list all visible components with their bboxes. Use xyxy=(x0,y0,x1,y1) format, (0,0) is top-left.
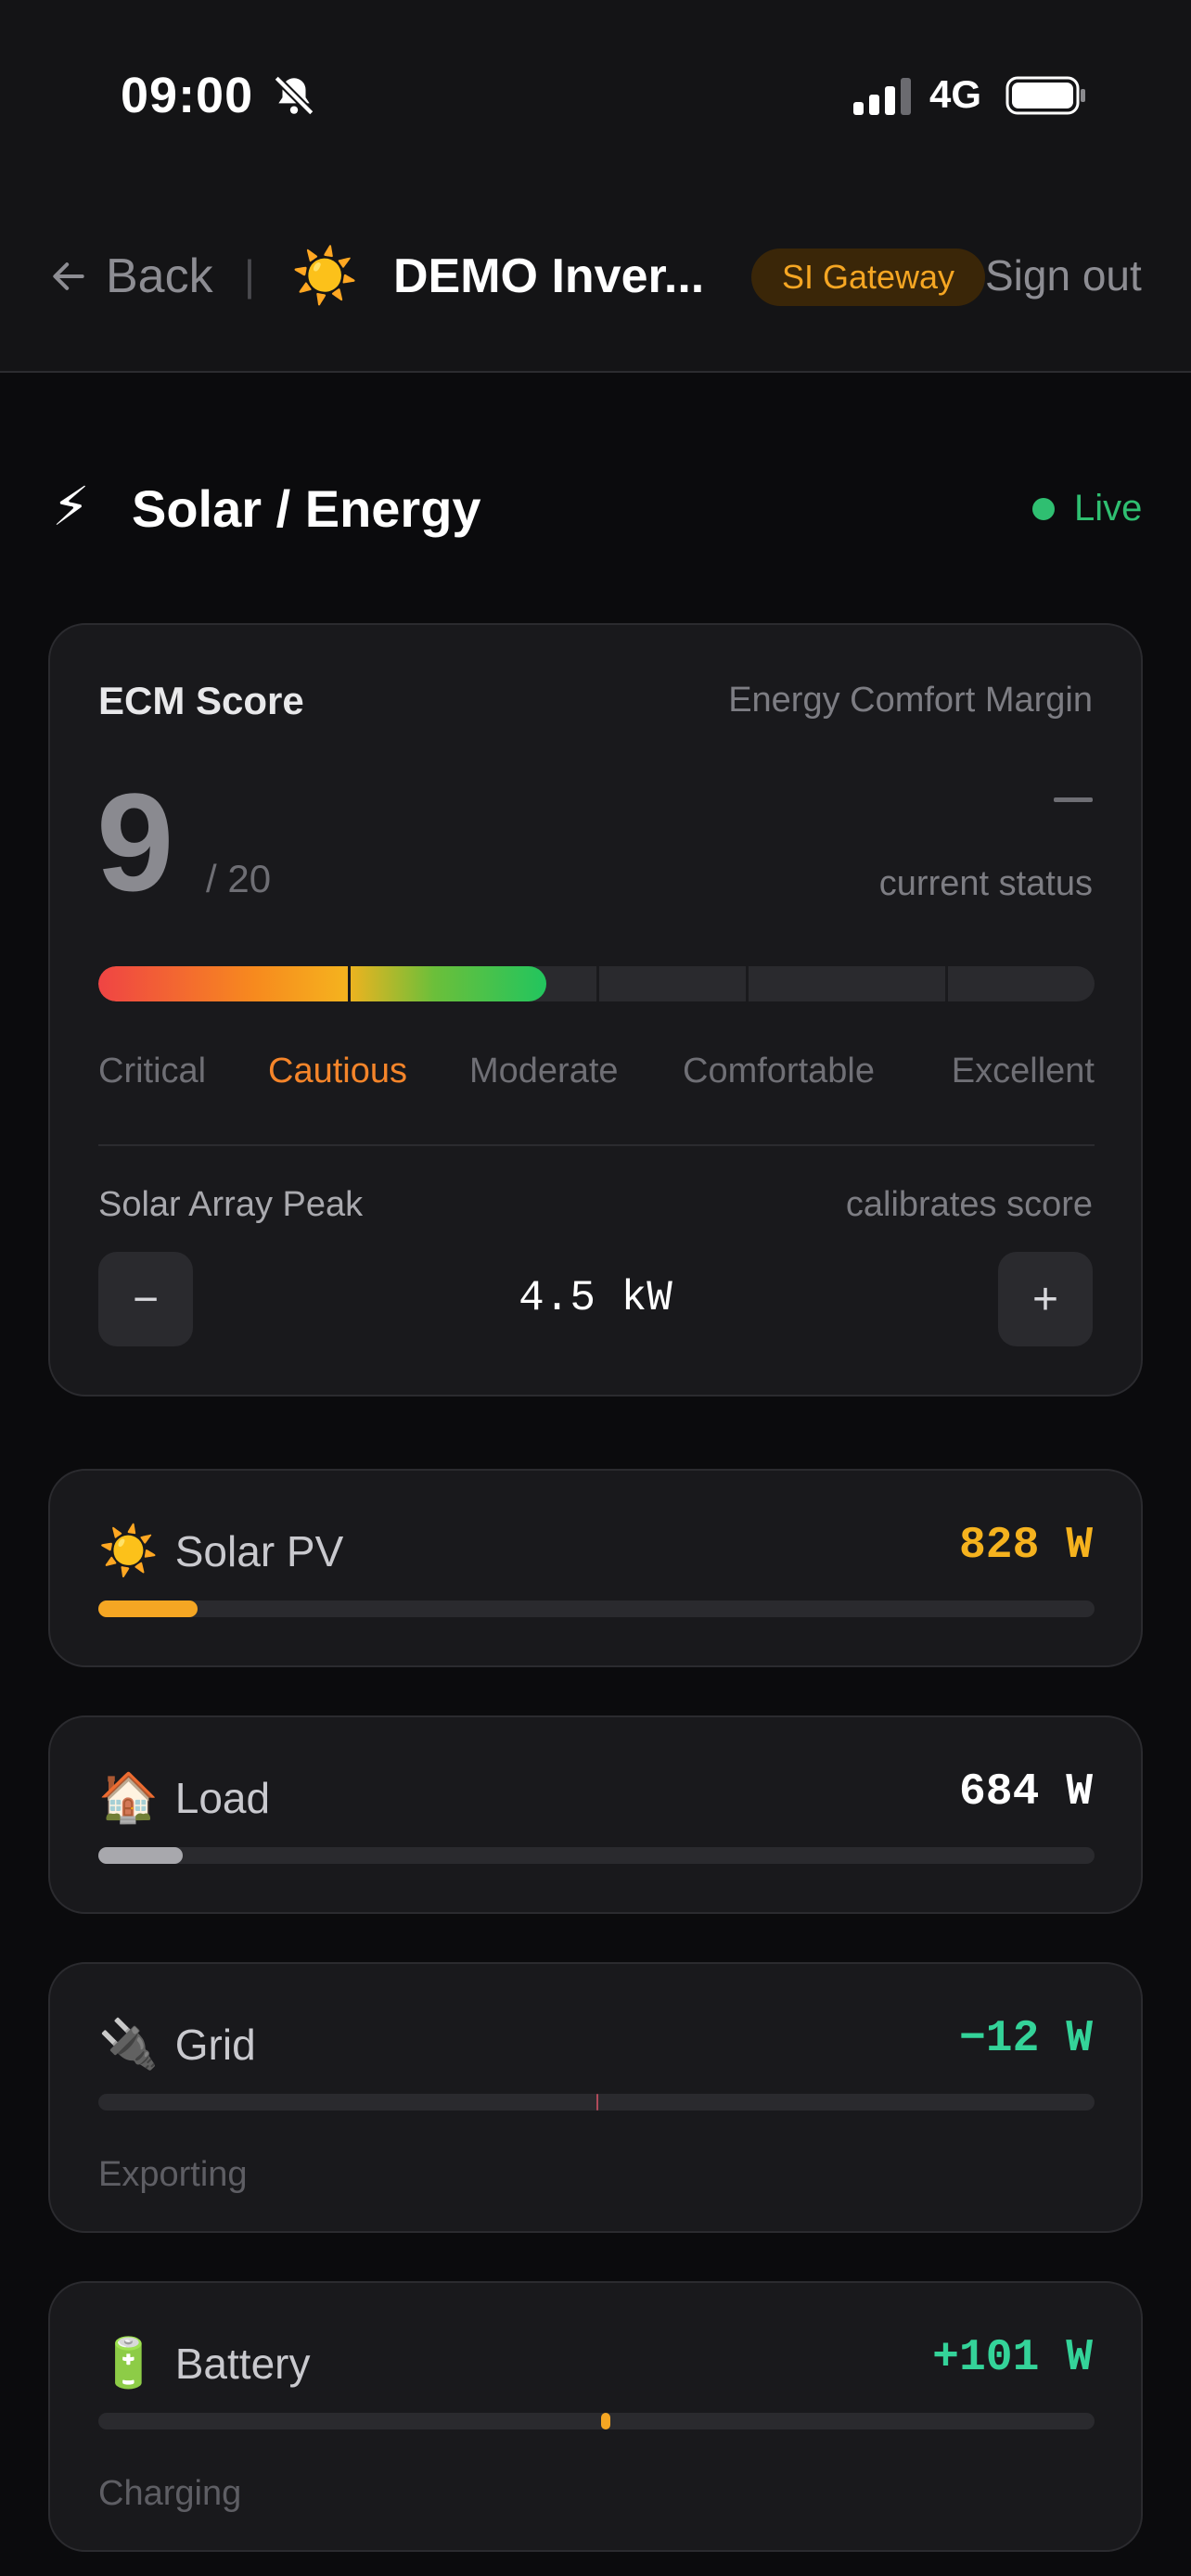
grid-label: Grid xyxy=(174,2020,256,2069)
arrow-left-icon xyxy=(53,262,84,290)
solar-pv-value: 828 W xyxy=(958,1521,1093,1571)
solar-peak-label: Solar Array Peak xyxy=(98,1185,364,1224)
battery-heading: 🔋 Battery xyxy=(98,2335,310,2391)
battery-bar-marker xyxy=(601,2413,611,2429)
network-type: 4G xyxy=(929,72,982,116)
ecm-score-max: / 20 xyxy=(206,857,272,900)
battery-card: 🔋 Battery +101 W Charging xyxy=(48,2281,1143,2552)
ecm-segment-tick xyxy=(347,966,351,1001)
ecm-title: ECM Score xyxy=(98,679,304,722)
level-comfortable: Comfortable xyxy=(683,1052,875,1090)
ecm-score-value: 9 xyxy=(96,764,174,920)
back-label: Back xyxy=(106,249,213,303)
level-excellent: Excellent xyxy=(951,1052,1095,1090)
live-indicator-dot xyxy=(1032,498,1055,520)
sun-icon: ☀️ xyxy=(98,1524,159,1578)
top-header-zone: 09:00 4G Back | ☀️ DEMO Inver... SI Gate… xyxy=(0,0,1191,373)
ecm-segment-tick xyxy=(596,966,599,1001)
level-moderate: Moderate xyxy=(469,1052,619,1090)
battery-value: +101 W xyxy=(932,2333,1093,2383)
battery-icon xyxy=(1005,76,1085,115)
solar-pv-bar xyxy=(98,1600,1095,1617)
load-bar xyxy=(98,1847,1095,1864)
battery-status: Charging xyxy=(98,2474,242,2513)
level-critical: Critical xyxy=(98,1052,207,1090)
divider xyxy=(98,1144,1095,1146)
back-button[interactable]: Back xyxy=(48,249,213,304)
solar-peak-value: 4.5 kW xyxy=(519,1274,672,1322)
solar-peak-hint: calibrates score xyxy=(845,1185,1093,1224)
ecm-score-card: ECM Score Energy Comfort Margin 9 / 20 c… xyxy=(48,623,1143,1396)
sun-icon: ☀️ xyxy=(291,246,359,306)
solar-pv-bar-fill xyxy=(98,1600,198,1617)
gateway-badge: SI Gateway xyxy=(751,249,985,306)
bell-slash-icon xyxy=(274,75,314,116)
battery-label: Battery xyxy=(174,2339,311,2388)
section-title: Solar / Energy xyxy=(132,479,481,538)
increase-peak-button[interactable]: + xyxy=(998,1252,1093,1346)
load-value: 684 W xyxy=(958,1767,1093,1817)
ecm-subtitle: Energy Comfort Margin xyxy=(728,681,1093,720)
battery-icon: 🔋 xyxy=(98,2337,159,2391)
house-icon: 🏠 xyxy=(98,1771,159,1825)
load-bar-fill xyxy=(98,1847,184,1864)
header-separator: | xyxy=(244,251,255,300)
ecm-score-fill xyxy=(98,966,547,1001)
solar-pv-label: Solar PV xyxy=(174,1526,344,1575)
level-cautious: Cautious xyxy=(268,1052,407,1090)
battery-bar xyxy=(98,2413,1095,2429)
load-heading: 🏠 Load xyxy=(98,1769,270,1826)
grid-status: Exporting xyxy=(98,2155,248,2194)
ecm-status-label: current status xyxy=(878,864,1093,903)
grid-heading: 🔌 Grid xyxy=(98,2016,256,2072)
load-label: Load xyxy=(174,1773,271,1822)
grid-value: −12 W xyxy=(958,2014,1093,2064)
site-title: DEMO Inver... xyxy=(393,249,705,303)
grid-card: 🔌 Grid −12 W Exporting xyxy=(48,1962,1143,2233)
plug-icon: 🔌 xyxy=(98,2018,159,2072)
solar-pv-heading: ☀️ Solar PV xyxy=(98,1523,343,1579)
ecm-segment-tick xyxy=(944,966,948,1001)
ecm-score-bar xyxy=(98,966,1095,1001)
signal-bars-icon xyxy=(853,78,911,115)
ecm-segment-tick xyxy=(746,966,749,1001)
ecm-status-dash xyxy=(1054,797,1093,802)
grid-bar-marker xyxy=(596,2094,598,2111)
sign-out-button[interactable]: Sign out xyxy=(985,250,1142,300)
status-time: 09:00 xyxy=(121,68,254,123)
grid-bar xyxy=(98,2094,1095,2111)
load-card: 🏠 Load 684 W xyxy=(48,1715,1143,1914)
solar-pv-card: ☀️ Solar PV 828 W xyxy=(48,1469,1143,1667)
live-label: Live xyxy=(1074,488,1143,529)
lightning-icon: ⚡ xyxy=(52,477,90,537)
